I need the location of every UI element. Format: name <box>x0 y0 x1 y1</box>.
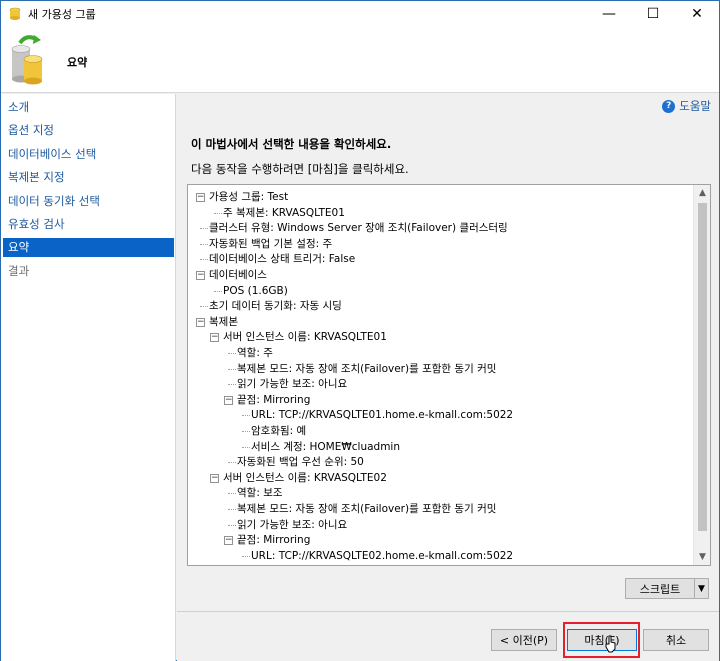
tree-connector <box>200 228 208 230</box>
scroll-up-icon[interactable]: ▲ <box>694 185 710 202</box>
tree-item: 끝점: Mirroring <box>237 393 311 406</box>
wizard-header: 요약 <box>1 27 719 93</box>
tree-connector <box>228 384 236 386</box>
tree-item: 복제본 모드: 자동 장애 조치(Failover)를 포함한 동기 커밋 <box>237 503 497 515</box>
tree-item: 초기 데이터 동기화: 자동 시딩 <box>209 300 342 313</box>
summary-tree[interactable]: − 가용성 그룹: Test 주 복제본: KRVASQLTE01 클러스터 유형: … <box>187 184 711 566</box>
tree-connector <box>214 212 222 214</box>
tree-item: 복제본 <box>209 315 238 328</box>
tree-item: 역할: 주 <box>237 347 273 359</box>
help-label: 도움말 <box>679 99 711 113</box>
maximize-button[interactable]: ☐ <box>631 1 675 27</box>
script-button[interactable]: 스크립트 ▼ <box>625 578 709 599</box>
tree-connector <box>200 243 208 245</box>
help-link[interactable]: ? 도움말 <box>662 98 711 114</box>
tree-item: 클러스터 유형: Windows Server 장애 조치(Failover) … <box>209 222 508 235</box>
tree-connector <box>242 555 250 557</box>
wizard-sidebar: 소개 옵션 지정 데이터베이스 선택 복제본 지정 데이터 동기화 선택 유효성… <box>1 94 176 661</box>
tree-item: 데이터베이스 상태 트리거: False <box>209 253 356 266</box>
tree-connector <box>228 462 236 464</box>
tree-item: URL: TCP://KRVASQLTE02.home.e-kmall.com:… <box>251 549 514 562</box>
script-button-label: 스크립트 <box>639 582 681 596</box>
help-icon: ? <box>662 99 676 113</box>
tree-connector <box>228 353 236 354</box>
wizard-content: ? 도움말 이 마법사에서 선택한 내용을 확인하세요. 다음 동작을 수행하려… <box>177 94 719 661</box>
minimize-button[interactable]: — <box>587 1 631 27</box>
chevron-down-icon[interactable]: ▼ <box>694 579 708 598</box>
database-icon <box>8 7 22 21</box>
wizard-window: 새 가용성 그룹 — ☐ ✕ 요약 소개 옵션 지정 데이터베이스 선택 복제본… <box>0 0 720 661</box>
database-sync-icon <box>10 33 50 85</box>
tree-item: 가용성 그룹: Test <box>209 191 289 203</box>
tree-toggle-icon[interactable]: − <box>224 536 233 546</box>
tree-item: 서버 인스턴스 이름: KRVASQLTE02 <box>223 471 387 484</box>
sidebar-item-options[interactable]: 옵션 지정 <box>3 121 174 140</box>
tree-toggle-icon[interactable]: − <box>196 317 205 327</box>
sidebar-item-results: 결과 <box>8 264 30 278</box>
tree-toggle-icon[interactable]: − <box>210 333 219 343</box>
tree-connector <box>228 509 236 510</box>
sidebar-item-replicas[interactable]: 복제본 지정 <box>3 168 174 187</box>
tree-connector <box>242 415 250 417</box>
tree-item: 역할: 보조 <box>237 487 283 500</box>
tree-toggle-icon[interactable]: − <box>224 395 233 405</box>
title-bar: 새 가용성 그룹 — ☐ ✕ <box>1 1 719 27</box>
mouse-pointer-icon <box>605 635 617 653</box>
tree-item: 자동화된 백업 기본 설정: 주 <box>209 237 333 250</box>
tree-item: 읽기 가능한 보조: 아니요 <box>237 378 348 391</box>
sidebar-item-validation[interactable]: 유효성 검사 <box>3 215 174 234</box>
tree-item: 서비스 계정: HOME₩cluadmin <box>251 440 400 453</box>
back-button[interactable]: < 이전(P) <box>491 629 557 651</box>
tree-item: 데이터베이스 <box>209 269 267 281</box>
tree-toggle-icon[interactable]: − <box>196 193 205 202</box>
tree-toggle-icon[interactable]: − <box>210 473 219 483</box>
tree-item: 자동화된 백업 우선 순위: 50 <box>237 456 364 469</box>
tree-item: 읽기 가능한 보조: 아니요 <box>237 518 348 531</box>
tree-item: 주 복제본: KRVASQLTE01 <box>223 206 345 219</box>
scroll-down-icon[interactable]: ▼ <box>694 549 710 565</box>
tree-connector <box>228 493 236 495</box>
tree-connector <box>214 290 222 292</box>
tree-connector <box>242 446 250 448</box>
tree-viewport: − 가용성 그룹: Test 주 복제본: KRVASQLTE01 클러스터 유형: … <box>188 185 693 565</box>
tree-item: URL: TCP://KRVASQLTE01.home.e-kmall.com:… <box>251 409 514 422</box>
tree-connector <box>242 431 250 432</box>
sidebar-item-intro[interactable]: 소개 <box>3 98 174 117</box>
tree-connector <box>228 368 236 370</box>
scroll-thumb[interactable] <box>698 203 707 531</box>
window-title: 새 가용성 그룹 <box>28 8 96 21</box>
vertical-scrollbar[interactable]: ▲ ▼ <box>693 185 710 565</box>
tree-item: 복제본 모드: 자동 장애 조치(Failover)를 포함한 동기 커밋 <box>237 362 497 375</box>
summary-heading: 이 마법사에서 선택한 내용을 확인하세요. <box>191 137 392 151</box>
tree-item: POS (1.6GB) <box>223 284 288 297</box>
tree-item: 서버 인스턴스 이름: KRVASQLTE01 <box>223 331 387 344</box>
finish-highlight <box>563 622 640 658</box>
tree-connector <box>200 259 208 261</box>
sidebar-item-data-sync[interactable]: 데이터 동기화 선택 <box>3 192 174 211</box>
sidebar-item-summary[interactable]: 요약 <box>3 238 174 257</box>
tree-toggle-icon[interactable]: − <box>196 271 205 280</box>
close-button[interactable]: ✕ <box>675 1 719 27</box>
page-title: 요약 <box>67 56 88 69</box>
tree-connector <box>228 524 236 526</box>
tree-item: 암호화됨: 예 <box>251 425 307 437</box>
tree-connector <box>200 306 208 308</box>
summary-instruction: 다음 동작을 수행하려면 [마침]을 클릭하세요. <box>191 162 409 176</box>
sidebar-item-databases[interactable]: 데이터베이스 선택 <box>3 145 174 164</box>
tree-item: 끝점: Mirroring <box>237 534 311 547</box>
footer-divider <box>177 611 719 612</box>
cancel-button[interactable]: 취소 <box>643 629 709 651</box>
